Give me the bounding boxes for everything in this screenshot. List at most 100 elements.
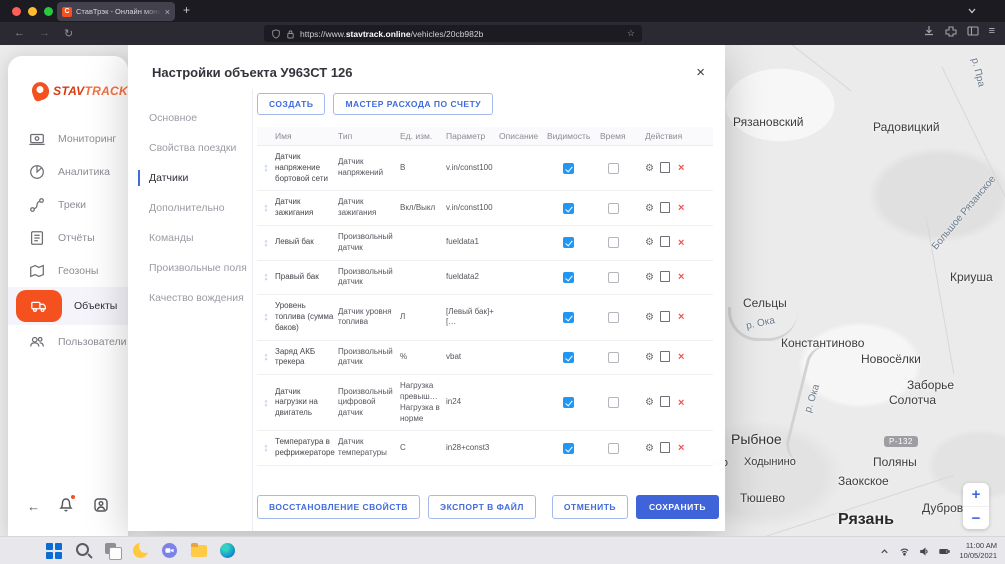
- time-checkbox[interactable]: [608, 443, 619, 454]
- profile-icon[interactable]: [93, 497, 109, 516]
- notifications-bell-icon[interactable]: [58, 497, 74, 516]
- teams-icon[interactable]: [162, 542, 179, 559]
- tab-overflow-chevron-icon[interactable]: [967, 6, 977, 16]
- sidebar-item-geozones[interactable]: Геозоны: [8, 254, 128, 287]
- url-bar[interactable]: https://www.stavtrack.online/vehicles/20…: [264, 25, 642, 42]
- wifi-icon[interactable]: [899, 546, 910, 557]
- settings-gear-icon[interactable]: ⚙: [645, 312, 654, 323]
- task-view-icon[interactable]: [104, 542, 121, 559]
- settings-gear-icon[interactable]: ⚙: [645, 163, 654, 174]
- tab-driving-quality[interactable]: Качество вождения: [128, 283, 252, 313]
- tab-trip-properties[interactable]: Свойства поездки: [128, 133, 252, 163]
- drag-handle-icon[interactable]: ↕: [257, 311, 275, 323]
- firefox-icon[interactable]: [133, 542, 150, 559]
- fuel-wizard-button[interactable]: МАСТЕР РАСХОДА ПО СЧЕТУ: [333, 93, 493, 115]
- browser-tab[interactable]: С СтавТрэк - Онлайн мониторин ×: [57, 2, 175, 21]
- sidebar-item-analytics[interactable]: Аналитика: [8, 155, 128, 188]
- tab-main[interactable]: Основное: [128, 103, 252, 133]
- settings-gear-icon[interactable]: ⚙: [645, 272, 654, 283]
- zoom-in-button[interactable]: +: [963, 483, 989, 506]
- lock-icon[interactable]: [286, 29, 295, 39]
- settings-gear-icon[interactable]: ⚙: [645, 203, 654, 214]
- sidebar-item-tracks[interactable]: Треки: [8, 188, 128, 221]
- visibility-checkbox[interactable]: [563, 237, 574, 248]
- map-viewport[interactable]: Колычёво Рязановский Радовицкий р. Пра Б…: [0, 45, 1005, 536]
- drag-handle-icon[interactable]: ↕: [257, 397, 275, 409]
- time-checkbox[interactable]: [608, 237, 619, 248]
- visibility-checkbox[interactable]: [563, 203, 574, 214]
- extensions-icon[interactable]: [945, 25, 957, 37]
- menu-icon[interactable]: ≡: [989, 25, 995, 37]
- taskbar-clock[interactable]: 11:00 AM 10/05/2021: [959, 541, 997, 561]
- restore-properties-button[interactable]: ВОССТАНОВЛЕНИЕ СВОЙСТВ: [257, 495, 420, 519]
- sidebar-item-reports[interactable]: Отчёты: [8, 221, 128, 254]
- search-icon[interactable]: [75, 542, 92, 559]
- volume-icon[interactable]: [919, 546, 930, 557]
- delete-icon[interactable]: ×: [678, 311, 684, 323]
- save-button[interactable]: СОХРАНИТЬ: [636, 495, 719, 519]
- visibility-checkbox[interactable]: [563, 272, 574, 283]
- drag-handle-icon[interactable]: ↕: [257, 202, 275, 214]
- battery-icon[interactable]: [939, 546, 950, 557]
- copy-icon[interactable]: [662, 313, 670, 322]
- drag-handle-icon[interactable]: ↕: [257, 442, 275, 454]
- copy-icon[interactable]: [662, 204, 670, 213]
- settings-gear-icon[interactable]: ⚙: [645, 397, 654, 408]
- new-tab-button[interactable]: +: [183, 3, 190, 17]
- delete-icon[interactable]: ×: [678, 237, 684, 249]
- cancel-button[interactable]: ОТМЕНИТЬ: [552, 495, 628, 519]
- bookmark-star-icon[interactable]: ☆: [627, 28, 635, 39]
- collapse-back-icon[interactable]: ←: [27, 499, 40, 514]
- copy-icon[interactable]: [662, 353, 670, 362]
- visibility-checkbox[interactable]: [563, 352, 574, 363]
- time-checkbox[interactable]: [608, 203, 619, 214]
- time-checkbox[interactable]: [608, 312, 619, 323]
- drag-handle-icon[interactable]: ↕: [257, 351, 275, 363]
- file-explorer-icon[interactable]: [191, 542, 208, 559]
- drag-handle-icon[interactable]: ↕: [257, 162, 275, 174]
- maximize-window-button[interactable]: [44, 7, 53, 16]
- time-checkbox[interactable]: [608, 397, 619, 408]
- time-checkbox[interactable]: [608, 163, 619, 174]
- export-to-file-button[interactable]: ЭКСПОРТ В ФАЙЛ: [428, 495, 536, 519]
- delete-icon[interactable]: ×: [678, 351, 684, 363]
- time-checkbox[interactable]: [608, 352, 619, 363]
- visibility-checkbox[interactable]: [563, 443, 574, 454]
- sidebar-toggle-icon[interactable]: [967, 25, 979, 37]
- tab-sensors[interactable]: Датчики: [128, 163, 252, 193]
- delete-icon[interactable]: ×: [678, 271, 684, 283]
- copy-icon[interactable]: [662, 398, 670, 407]
- back-icon[interactable]: ←: [14, 27, 25, 40]
- reload-icon[interactable]: ↻: [64, 27, 73, 40]
- drag-handle-icon[interactable]: ↕: [257, 271, 275, 283]
- settings-gear-icon[interactable]: ⚙: [645, 443, 654, 454]
- modal-close-icon[interactable]: ×: [696, 65, 705, 80]
- settings-gear-icon[interactable]: ⚙: [645, 352, 654, 363]
- time-checkbox[interactable]: [608, 272, 619, 283]
- sidebar-item-objects[interactable]: Объекты: [8, 287, 128, 325]
- minimize-window-button[interactable]: [28, 7, 37, 16]
- copy-icon[interactable]: [662, 164, 670, 173]
- delete-icon[interactable]: ×: [678, 397, 684, 409]
- start-button-icon[interactable]: [46, 542, 63, 559]
- visibility-checkbox[interactable]: [563, 397, 574, 408]
- shield-icon[interactable]: [271, 29, 281, 39]
- sidebar-item-monitoring[interactable]: Мониторинг: [8, 122, 128, 155]
- settings-gear-icon[interactable]: ⚙: [645, 237, 654, 248]
- download-icon[interactable]: [923, 25, 935, 37]
- tab-custom-fields[interactable]: Произвольные поля: [128, 253, 252, 283]
- tab-commands[interactable]: Команды: [128, 223, 252, 253]
- create-button[interactable]: СОЗДАТЬ: [257, 93, 325, 115]
- window-controls[interactable]: [12, 7, 53, 16]
- zoom-out-button[interactable]: −: [963, 506, 989, 529]
- forward-icon[interactable]: →: [39, 27, 50, 40]
- tab-close-icon[interactable]: ×: [165, 7, 170, 17]
- delete-icon[interactable]: ×: [678, 442, 684, 454]
- copy-icon[interactable]: [662, 273, 670, 282]
- url-text[interactable]: https://www.stavtrack.online/vehicles/20…: [300, 29, 483, 39]
- close-window-button[interactable]: [12, 7, 21, 16]
- drag-handle-icon[interactable]: ↕: [257, 237, 275, 249]
- tab-additional[interactable]: Дополнительно: [128, 193, 252, 223]
- visibility-checkbox[interactable]: [563, 312, 574, 323]
- visibility-checkbox[interactable]: [563, 163, 574, 174]
